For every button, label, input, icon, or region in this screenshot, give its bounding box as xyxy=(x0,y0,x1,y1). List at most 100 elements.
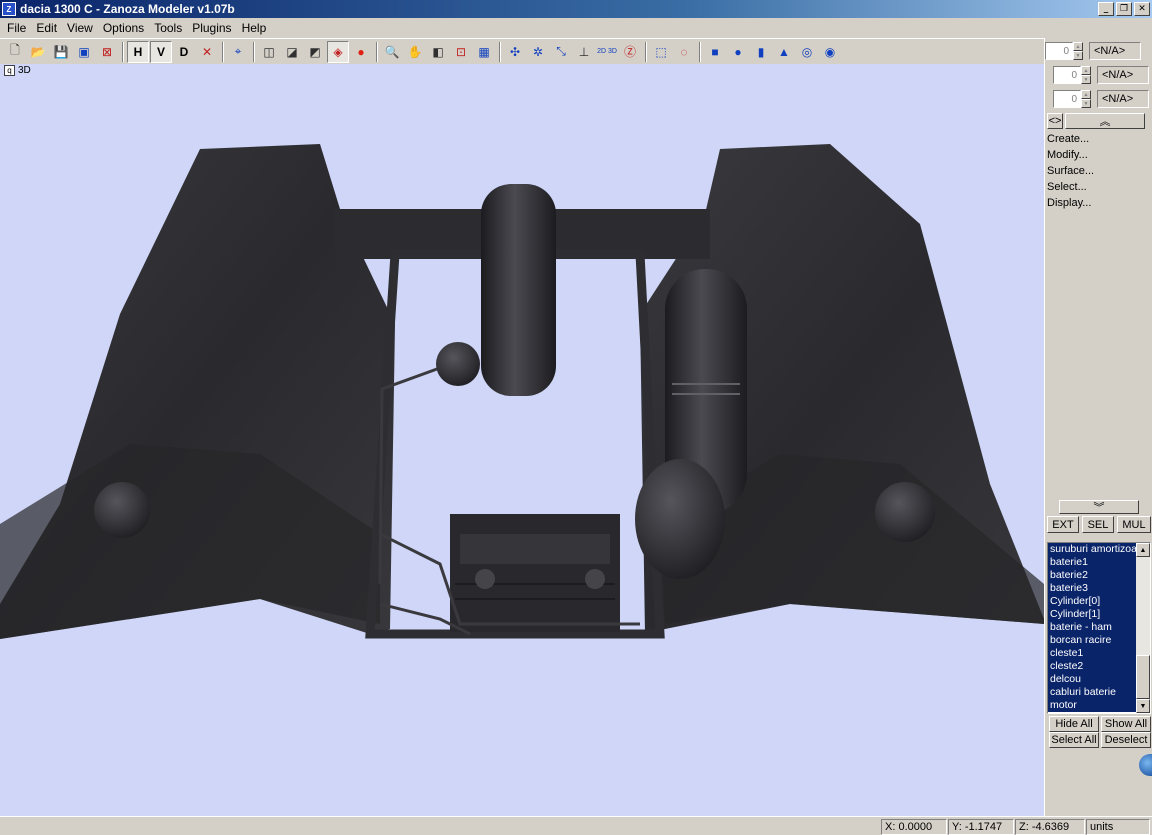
z-lock-icon[interactable]: Ⓩ xyxy=(619,41,641,63)
object-list[interactable]: suruburi amortizoare baterie1 baterie2 b… xyxy=(1047,542,1151,714)
spinner-1-input[interactable]: 0 ▲ ▼ xyxy=(1045,42,1083,60)
menu-help[interactable]: Help xyxy=(237,21,272,35)
spinner-up-icon[interactable]: ▲ xyxy=(1081,66,1091,75)
view-side-icon[interactable]: ◪ xyxy=(281,41,303,63)
show-all-button[interactable]: Show All xyxy=(1101,716,1151,732)
select-circle-icon[interactable]: ◌ xyxy=(673,41,695,63)
export-icon[interactable]: ⊠ xyxy=(96,41,118,63)
list-item[interactable]: Cylinder[0] xyxy=(1048,595,1136,608)
create-cone-icon[interactable]: ▲ xyxy=(773,41,795,63)
radiator-tank xyxy=(481,184,556,396)
status-x: X: 0.0000 xyxy=(881,819,947,835)
spinner-row-3: 0 ▲ ▼ <N/A> xyxy=(1053,88,1149,110)
scroll-up-icon[interactable]: ▲ xyxy=(1136,543,1150,557)
panel-toggle-button[interactable]: <> xyxy=(1047,113,1063,129)
create-disc-icon[interactable]: ◉ xyxy=(819,41,841,63)
view-perspective-icon[interactable]: ◈ xyxy=(327,40,349,63)
open-folder-icon[interactable]: 📂 xyxy=(27,41,49,63)
select-all-button[interactable]: Select All xyxy=(1049,732,1099,748)
create-torus-icon[interactable]: ◎ xyxy=(796,41,818,63)
create-sphere-icon[interactable]: ● xyxy=(727,41,749,63)
layers-icon[interactable]: ▦ xyxy=(473,41,495,63)
spinner-down-icon[interactable]: ▼ xyxy=(1081,75,1091,84)
maximize-button[interactable]: ❐ xyxy=(1116,2,1132,16)
viewport-menu-icon[interactable]: q xyxy=(4,65,15,76)
spinner-2-label[interactable]: <N/A> xyxy=(1097,66,1149,84)
list-item[interactable]: baterie2 xyxy=(1048,569,1136,582)
menu-tools[interactable]: Tools xyxy=(149,21,187,35)
toolbar-separator xyxy=(222,41,224,62)
menu-plugins[interactable]: Plugins xyxy=(187,21,236,35)
spinner-up-icon[interactable]: ▲ xyxy=(1073,42,1083,51)
zoom-extents-icon[interactable]: ⊡ xyxy=(450,41,472,63)
spinner-down-icon[interactable]: ▼ xyxy=(1081,99,1091,108)
list-scrollbar[interactable]: ▲ ▼ xyxy=(1136,543,1150,713)
axis-icon[interactable]: ⊥ xyxy=(573,41,595,63)
spinner-3-input[interactable]: 0 ▲ ▼ xyxy=(1053,90,1091,108)
list-item[interactable]: suruburi amortizoare xyxy=(1048,543,1136,556)
list-item[interactable]: baterie1 xyxy=(1048,556,1136,569)
sel-mode-button[interactable]: SEL xyxy=(1082,516,1114,533)
spinner-2-input[interactable]: 0 ▲ ▼ xyxy=(1053,66,1091,84)
draw-toggle-button[interactable]: D xyxy=(173,41,195,63)
zanoza-app-icon[interactable]: Z xyxy=(2,2,16,16)
view-top-icon[interactable]: ◩ xyxy=(304,41,326,63)
scale-icon[interactable]: ⤡ xyxy=(550,41,572,63)
view-front-icon[interactable]: ◫ xyxy=(258,41,280,63)
hide-toggle-button[interactable]: H xyxy=(127,40,149,63)
menu-view[interactable]: View xyxy=(62,21,98,35)
spinner-up-icon[interactable]: ▲ xyxy=(1081,90,1091,99)
deselect-button[interactable]: Deselect xyxy=(1101,732,1151,748)
collapse-down-button[interactable]: ︾ xyxy=(1059,500,1139,514)
create-cylinder-icon[interactable]: ▮ xyxy=(750,41,772,63)
new-file-icon[interactable]: 🗋 xyxy=(4,41,26,63)
edge-mode-icon[interactable]: ✕ xyxy=(196,41,218,63)
list-item[interactable]: cabluri baterie xyxy=(1048,686,1136,699)
spinner-3-label[interactable]: <N/A> xyxy=(1097,90,1149,108)
save-as-icon[interactable]: ▣ xyxy=(73,41,95,63)
3d-viewport[interactable]: q 3D xyxy=(0,64,1044,816)
spinner-down-icon[interactable]: ▼ xyxy=(1073,51,1083,60)
menu-options[interactable]: Options xyxy=(98,21,149,35)
cmd-display[interactable]: Display... xyxy=(1047,195,1091,211)
list-item[interactable]: baterie - ham xyxy=(1048,621,1136,634)
rotate-icon[interactable]: ✲ xyxy=(527,41,549,63)
spinner-1-label[interactable]: <N/A> xyxy=(1089,42,1141,60)
collapse-up-button[interactable]: ︽ xyxy=(1065,113,1145,129)
move-icon[interactable]: ✣ xyxy=(504,41,526,63)
close-button[interactable]: ✕ xyxy=(1134,2,1150,16)
pan-hand-icon[interactable]: ✋ xyxy=(404,41,426,63)
list-item[interactable]: borcan racire xyxy=(1048,634,1136,647)
create-box-icon[interactable]: ■ xyxy=(704,41,726,63)
list-item[interactable]: cleste1 xyxy=(1048,647,1136,660)
ext-mode-button[interactable]: EXT xyxy=(1047,516,1079,533)
cmd-surface[interactable]: Surface... xyxy=(1047,163,1094,179)
2d-3d-toggle-icon[interactable]: 2D 3D xyxy=(596,41,618,63)
window-title: dacia 1300 C - Zanoza Modeler v1.07b xyxy=(20,2,235,16)
menu-edit[interactable]: Edit xyxy=(31,21,62,35)
menu-bar: File Edit View Options Tools Plugins Hel… xyxy=(0,18,1152,38)
zoom-icon[interactable]: 🔍 xyxy=(381,41,403,63)
cmd-select[interactable]: Select... xyxy=(1047,179,1087,195)
list-item[interactable]: cleste2 xyxy=(1048,660,1136,673)
minimize-button[interactable]: _ xyxy=(1098,2,1114,16)
scroll-thumb[interactable] xyxy=(1136,655,1150,699)
cube-view-icon[interactable]: ◧ xyxy=(427,41,449,63)
render-sphere-icon[interactable]: ● xyxy=(350,41,372,63)
list-item[interactable]: delcou xyxy=(1048,673,1136,686)
cmd-create[interactable]: Create... xyxy=(1047,131,1089,147)
scroll-down-icon[interactable]: ▼ xyxy=(1136,699,1150,713)
vertex-toggle-button[interactable]: V xyxy=(150,40,172,63)
list-item[interactable]: motor xyxy=(1048,699,1136,712)
cmd-modify[interactable]: Modify... xyxy=(1047,147,1088,163)
vertex-icon[interactable]: ⌖ xyxy=(227,41,249,63)
mul-mode-button[interactable]: MUL xyxy=(1117,516,1151,533)
hide-all-button[interactable]: Hide All xyxy=(1049,716,1099,732)
list-item[interactable]: baterie3 xyxy=(1048,582,1136,595)
menu-file[interactable]: File xyxy=(2,21,31,35)
save-icon[interactable]: 💾 xyxy=(50,41,72,63)
select-rect-icon[interactable]: ⬚ xyxy=(650,41,672,63)
toolbar-separator xyxy=(645,41,647,62)
list-item[interactable]: Cylinder[1] xyxy=(1048,608,1136,621)
globe-icon[interactable] xyxy=(1139,754,1152,776)
